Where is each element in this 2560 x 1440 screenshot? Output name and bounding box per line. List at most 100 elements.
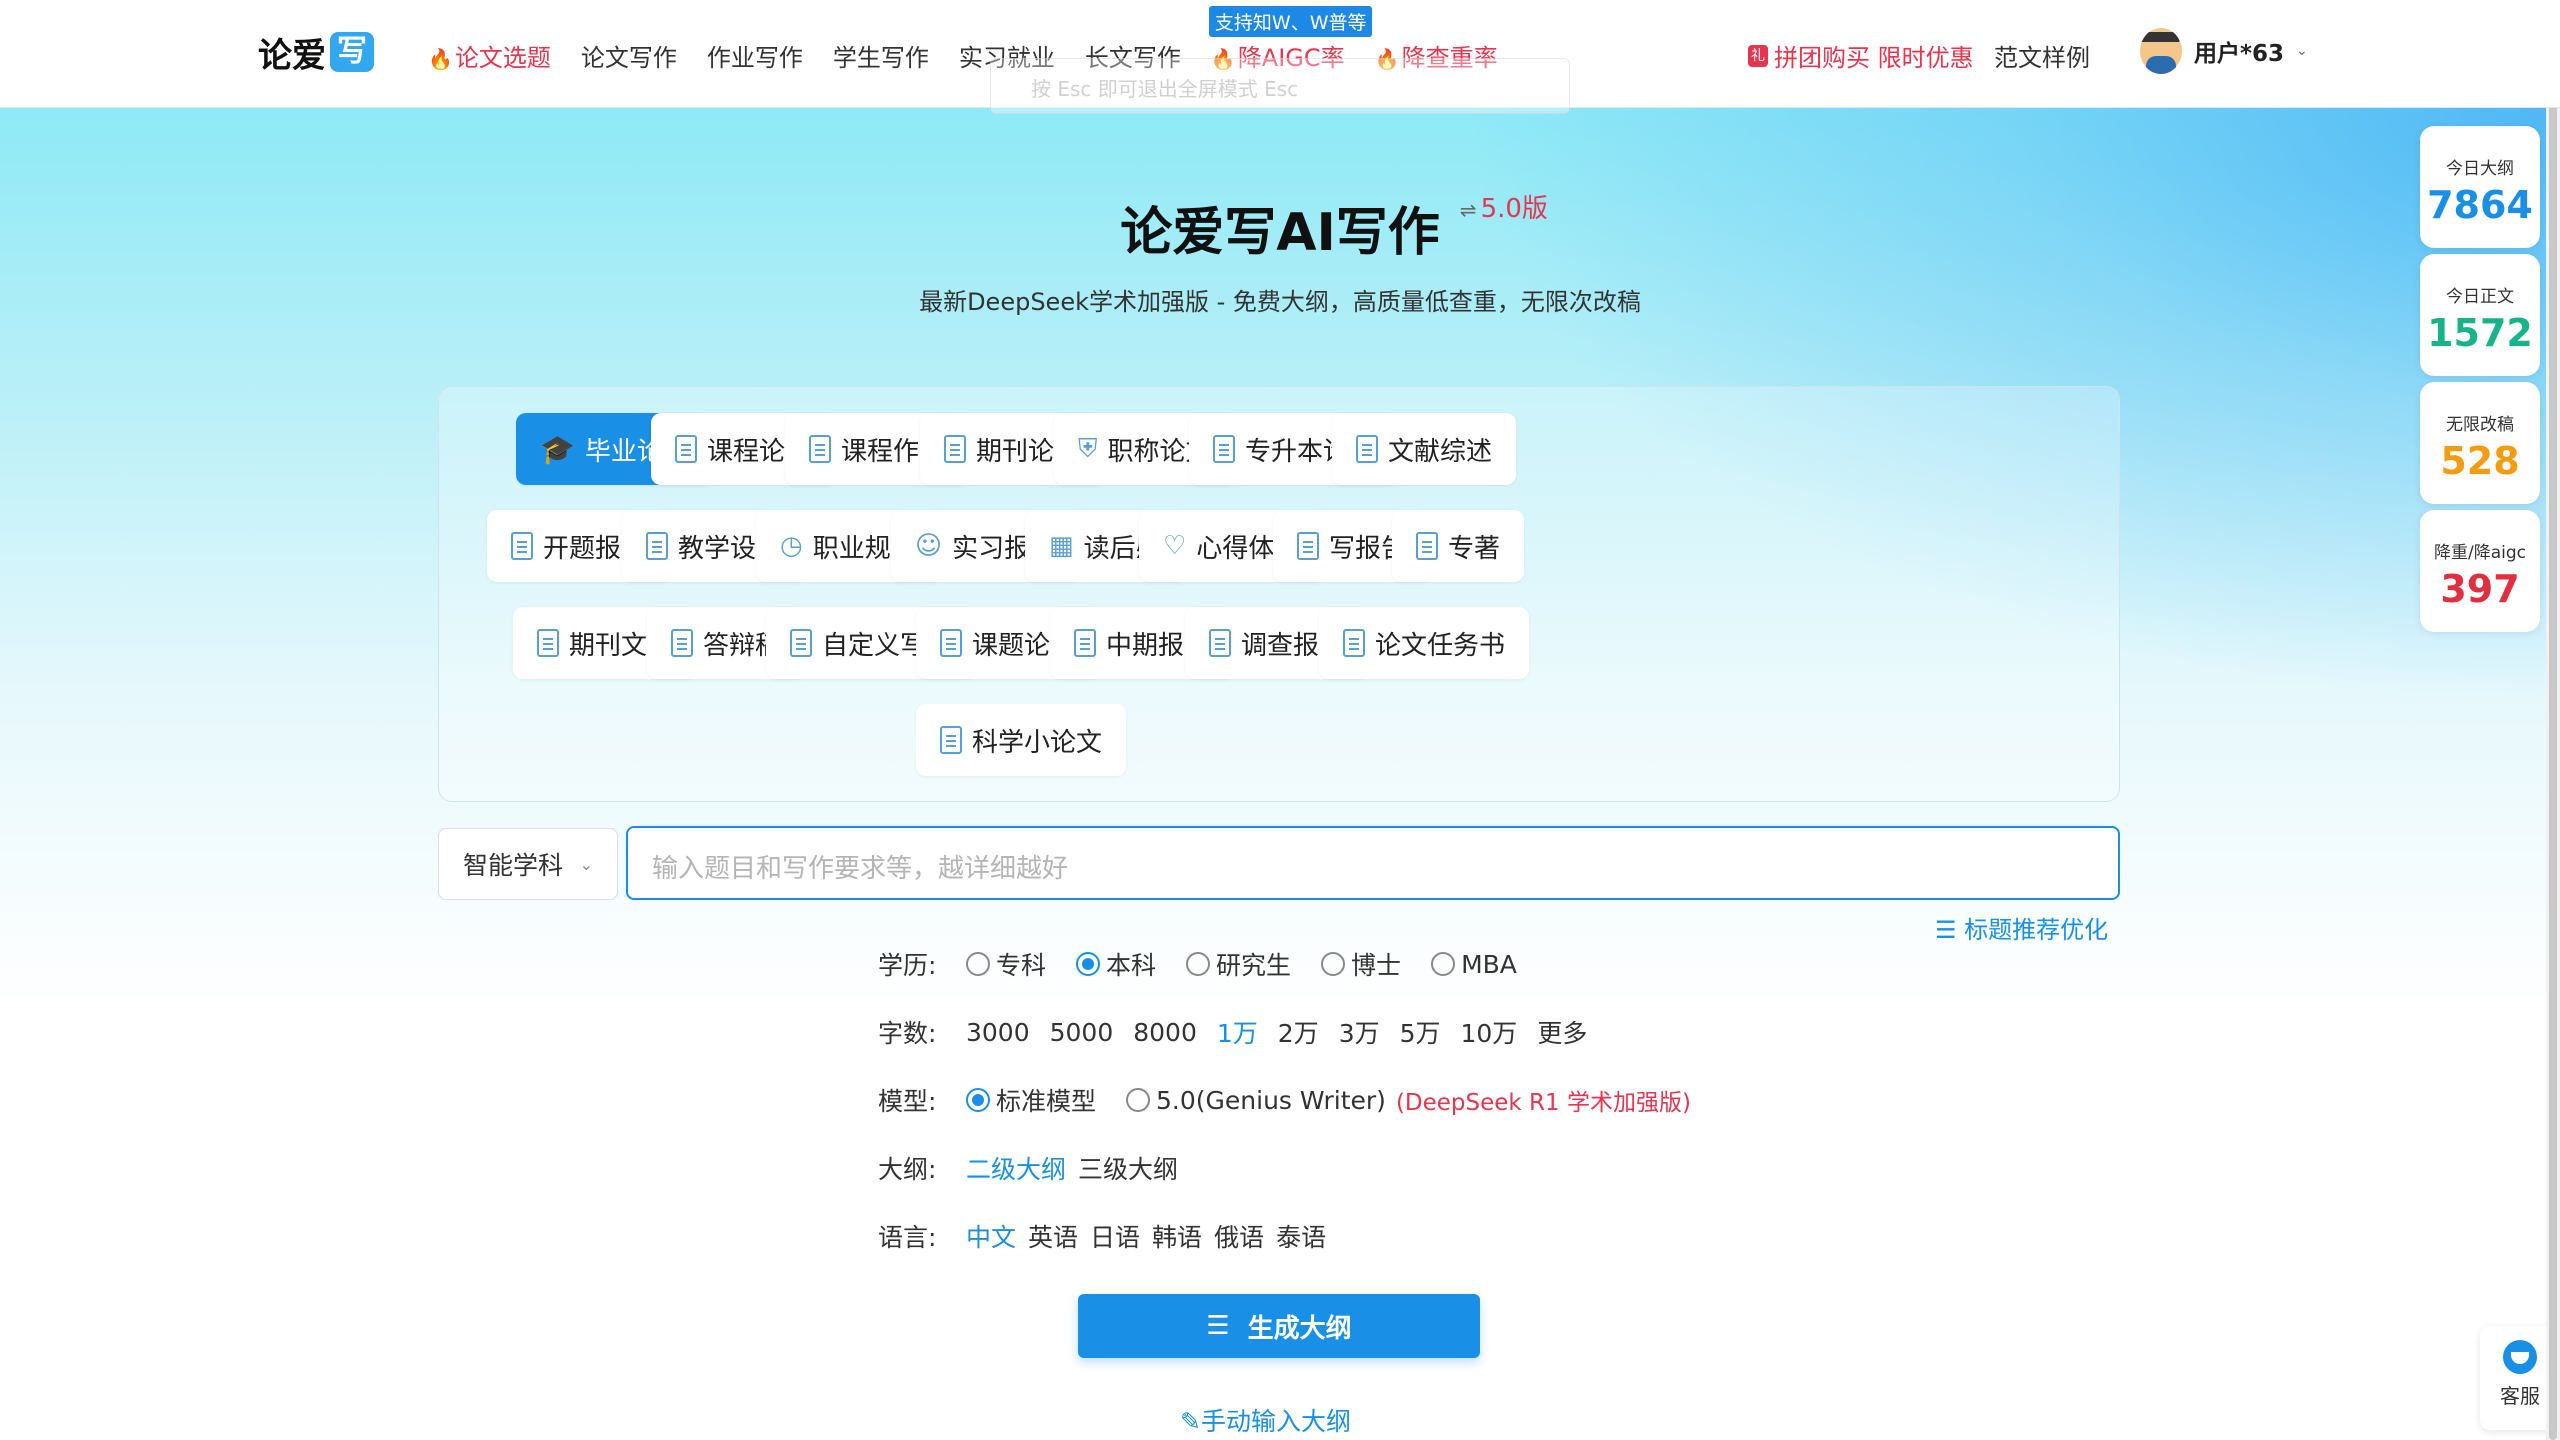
document-icon bbox=[1356, 435, 1378, 463]
switch-icon: ⇌ bbox=[1459, 198, 1477, 222]
edit-icon: ✎ bbox=[1180, 1407, 1201, 1436]
nav-item-student-writing[interactable]: 学生写作 bbox=[833, 38, 929, 73]
language-option[interactable]: 俄语 bbox=[1214, 1218, 1264, 1254]
education-option-mba[interactable]: MBA bbox=[1431, 950, 1517, 979]
avatar bbox=[2140, 28, 2182, 74]
version-badge[interactable]: ⇌ 5.0版 bbox=[1460, 188, 1548, 225]
outline-row: 大纲: 二级大纲 三级大纲 bbox=[878, 1150, 1198, 1186]
word-count-option[interactable]: 10万 bbox=[1461, 1014, 1518, 1050]
document-icon bbox=[675, 435, 697, 463]
scrollbar-thumb[interactable] bbox=[2549, 0, 2557, 1440]
language-option[interactable]: 英语 bbox=[1028, 1218, 1078, 1254]
list-icon: ☰ bbox=[1206, 1311, 1230, 1341]
type-science-paper[interactable]: 科学小论文 bbox=[916, 704, 1127, 776]
language-option[interactable]: 中文 bbox=[966, 1218, 1016, 1254]
chevron-down-icon: ⌄ bbox=[579, 854, 593, 874]
document-icon bbox=[671, 629, 693, 657]
word-count-option[interactable]: 1万 bbox=[1217, 1014, 1258, 1050]
clipboard-icon bbox=[1074, 629, 1096, 657]
shield-icon: ⛨ bbox=[1078, 433, 1098, 464]
nav-item-paper-writing[interactable]: 论文写作 bbox=[581, 38, 677, 73]
book-icon bbox=[646, 532, 668, 560]
nav-tag-badge: 支持知W、W普等 bbox=[1208, 6, 1373, 37]
graduation-cap-icon: 🎓 bbox=[540, 432, 575, 466]
language-option[interactable]: 日语 bbox=[1090, 1218, 1140, 1254]
report-icon bbox=[1209, 629, 1231, 657]
language-option[interactable]: 泰语 bbox=[1276, 1218, 1326, 1254]
type-literature-review[interactable]: 文献综述 bbox=[1332, 413, 1517, 485]
user-name: 用户*63 bbox=[2194, 41, 2285, 67]
model-note: (DeepSeek R1 学术加强版) bbox=[1395, 1090, 1691, 1116]
hero-title-wrap: 论爱写AI写作 ⇌ 5.0版 bbox=[0, 190, 2560, 265]
type-task-book[interactable]: 论文任务书 bbox=[1319, 607, 1530, 679]
education-row: 学历: 专科 本科 研究生 博士 MBA bbox=[878, 946, 1547, 982]
logo-badge: 写 bbox=[330, 32, 374, 72]
word-count-option[interactable]: 3000 bbox=[966, 1018, 1030, 1047]
book-icon bbox=[940, 629, 962, 657]
education-option-benke[interactable]: 本科 bbox=[1076, 946, 1156, 982]
heart-icon: ♡ bbox=[1163, 531, 1187, 561]
language-option[interactable]: 韩语 bbox=[1152, 1218, 1202, 1254]
language-label: 语言: bbox=[878, 1223, 937, 1252]
document-icon bbox=[790, 629, 812, 657]
stat-today-outline: 今日大纲 7864 bbox=[2420, 126, 2540, 248]
clipboard-icon bbox=[1343, 629, 1365, 657]
book-icon bbox=[944, 435, 966, 463]
chevron-down-icon: ⌄ bbox=[2296, 43, 2308, 59]
word-count-option[interactable]: 3万 bbox=[1339, 1014, 1380, 1050]
document-icon bbox=[809, 435, 831, 463]
education-option-phd[interactable]: 博士 bbox=[1321, 946, 1401, 982]
report-icon bbox=[511, 532, 533, 560]
model-row: 模型: 标准模型 5.0(Genius Writer) (DeepSeek R1… bbox=[878, 1082, 1691, 1118]
document-search-icon bbox=[1213, 435, 1235, 463]
flame-icon: 🔥 bbox=[428, 47, 453, 71]
stat-today-body: 今日正文 1572 bbox=[2420, 254, 2540, 376]
writing-type-panel: 🎓 毕业论文 课程论文 课程作业 期刊论文 ⛨ 职称论文 专升本论文 文献综述 开题… bbox=[438, 386, 2120, 802]
clock-icon: ◷ bbox=[780, 531, 803, 561]
book-icon bbox=[940, 726, 962, 754]
calendar-icon: ▦ bbox=[1049, 531, 1074, 561]
stat-reduce-aigc: 降重/降aigc 397 bbox=[2420, 510, 2540, 632]
language-row: 语言: 中文 英语 日语 韩语 俄语 泰语 bbox=[878, 1218, 1346, 1254]
logo-text: 论爱 bbox=[258, 35, 326, 76]
model-option-genius[interactable]: 5.0(Genius Writer) bbox=[1126, 1086, 1386, 1115]
education-option-zhuanke[interactable]: 专科 bbox=[966, 946, 1046, 982]
document-icon bbox=[1416, 532, 1438, 560]
gift-icon: 礼 bbox=[1748, 44, 1768, 67]
word-count-option[interactable]: 2万 bbox=[1278, 1014, 1319, 1050]
word-count-row: 字数: 3000 5000 8000 1万 2万 3万 5万 10万 更多 bbox=[878, 1014, 1607, 1050]
nav-item-topic[interactable]: 🔥论文选题 bbox=[428, 38, 551, 73]
document-edit-icon bbox=[1297, 532, 1319, 560]
generate-outline-button[interactable]: ☰ 生成大纲 bbox=[1078, 1294, 1480, 1358]
word-count-option[interactable]: 5000 bbox=[1050, 1018, 1114, 1047]
group-buy-promo[interactable]: 礼 拼团购买 限时优惠 bbox=[1748, 38, 1974, 73]
education-option-graduate[interactable]: 研究生 bbox=[1186, 946, 1291, 982]
list-icon: ☰ bbox=[1935, 916, 1965, 944]
title-recommend-link[interactable]: ☰ 标题推荐优化 bbox=[1935, 910, 2108, 945]
outline-label: 大纲: bbox=[878, 1155, 937, 1184]
nav-item-homework-writing[interactable]: 作业写作 bbox=[707, 38, 803, 73]
word-count-option[interactable]: 8000 bbox=[1133, 1018, 1197, 1047]
education-label: 学历: bbox=[878, 951, 937, 980]
fullscreen-esc-hint: 按 Esc 即可退出全屏模式 Esc bbox=[990, 58, 1570, 114]
stat-unlimited-revisions: 无限改稿 528 bbox=[2420, 382, 2540, 504]
type-monograph[interactable]: 专著 bbox=[1392, 510, 1525, 582]
word-count-option[interactable]: 更多 bbox=[1537, 1014, 1587, 1050]
outline-option[interactable]: 三级大纲 bbox=[1078, 1150, 1178, 1186]
samples-link[interactable]: 范文样例 bbox=[1994, 38, 2090, 73]
word-count-option[interactable]: 5万 bbox=[1400, 1014, 1441, 1050]
document-icon bbox=[537, 629, 559, 657]
model-option-standard[interactable]: 标准模型 bbox=[966, 1082, 1096, 1118]
site-logo[interactable]: 论爱 写 bbox=[258, 30, 374, 76]
word-count-label: 字数: bbox=[878, 1019, 937, 1048]
manual-outline-link[interactable]: ✎手动输入大纲 bbox=[1180, 1402, 1351, 1438]
topic-input[interactable] bbox=[626, 826, 2120, 900]
model-label: 模型: bbox=[878, 1087, 937, 1116]
page-title: 论爱写AI写作 ⇌ 5.0版 bbox=[1120, 190, 1548, 265]
headset-icon bbox=[2503, 1340, 2537, 1374]
user-icon: ☺ bbox=[915, 531, 943, 561]
user-menu[interactable]: 用户*63 ⌄ bbox=[2140, 28, 2308, 74]
outline-option[interactable]: 二级大纲 bbox=[966, 1150, 1066, 1186]
subject-select[interactable]: 智能学科 ⌄ bbox=[438, 828, 618, 900]
hero-subtitle: 最新DeepSeek学术加强版 - 免费大纲，高质量低查重，无限次改稿 bbox=[919, 288, 1641, 316]
